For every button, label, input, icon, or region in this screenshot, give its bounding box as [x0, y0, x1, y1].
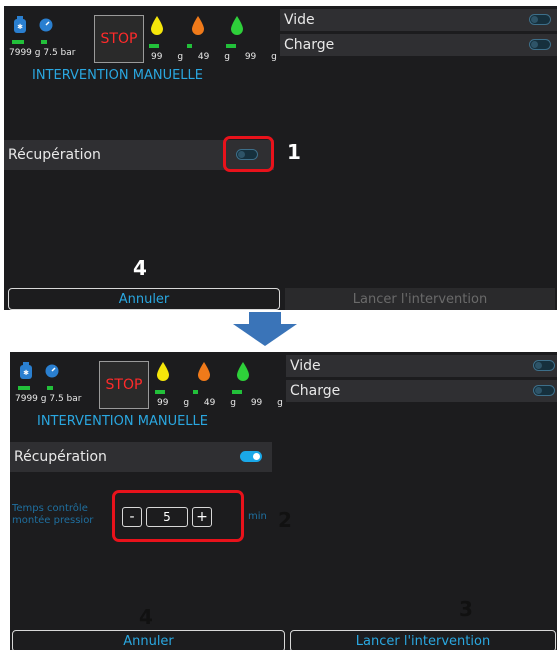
- cylinder-level-bar: [12, 40, 24, 44]
- option-charge-label: Charge: [284, 37, 335, 53]
- charge-toggle[interactable]: [533, 385, 555, 396]
- recuperation-toggle[interactable]: [240, 451, 262, 462]
- stop-button[interactable]: STOP: [99, 361, 149, 409]
- svg-text:✱: ✱: [23, 369, 29, 377]
- option-vide-label: Vide: [290, 358, 321, 374]
- refrigerant-cylinder-icon: ✱: [20, 362, 32, 379]
- callout-3: 3: [459, 597, 473, 621]
- orange-oil-drop-icon: [192, 16, 204, 35]
- pressure-time-unit: min: [248, 511, 267, 522]
- cancel-button[interactable]: Annuler: [12, 630, 285, 650]
- option-charge-label: Charge: [290, 383, 341, 399]
- pressure-value: 7.5 bar: [43, 48, 76, 58]
- orange-fluid-value: 49 g: [203, 398, 236, 408]
- cylinder-weight: 7999 g: [15, 394, 47, 404]
- yellow-fluid-value: 99 g: [157, 398, 190, 408]
- launch-button[interactable]: Lancer l'intervention: [290, 630, 556, 650]
- callout-1: 1: [287, 140, 301, 164]
- option-recuperation[interactable]: Récupération: [10, 442, 272, 472]
- orange-fluid-value: 49 g: [197, 52, 230, 62]
- recuperation-label: Récupération: [8, 147, 101, 163]
- pressure-control-label-line1: Temps contrôle: [12, 503, 88, 514]
- yellow-level-bar: [149, 44, 159, 48]
- callout-4-top: 4: [133, 256, 147, 280]
- screen-after: ✱ 7999 g 7.5 bar STOP 99 g 49 g 99 g INT…: [10, 352, 557, 650]
- charge-toggle[interactable]: [529, 39, 551, 50]
- fluid-values: 99 g 49 g 99 g: [157, 398, 283, 408]
- cylinder-weight: 7999 g: [9, 48, 41, 58]
- page-title: INTERVENTION MANUELLE: [37, 414, 208, 429]
- option-charge[interactable]: Charge: [280, 34, 557, 56]
- stop-button[interactable]: STOP: [94, 15, 144, 63]
- pressure-gauge: [42, 362, 61, 392]
- pressure-control-label: Temps contrôle montée pressior: [12, 503, 93, 527]
- svg-text:✱: ✱: [17, 23, 23, 31]
- green-oil-drop-icon: [237, 362, 249, 381]
- green-fluid-value: 99 g: [244, 52, 277, 62]
- green-level-bar: [232, 390, 242, 394]
- pressure-gauge-icon: [45, 364, 59, 378]
- cylinder-level-bar: [18, 386, 30, 390]
- option-charge[interactable]: Charge: [286, 380, 557, 402]
- yellow-oil-drop-icon: [151, 16, 163, 35]
- yellow-oil-drop-icon: [157, 362, 169, 381]
- vide-toggle[interactable]: [533, 360, 555, 371]
- vide-toggle[interactable]: [529, 14, 551, 25]
- pressure-gauge-icon: [39, 18, 53, 32]
- pressure-level-bar: [41, 40, 47, 44]
- option-vide-label: Vide: [284, 12, 315, 28]
- pressure-level-bar: [47, 386, 53, 390]
- green-level-bar: [226, 44, 236, 48]
- callout-4-bottom: 4: [139, 605, 153, 629]
- page-title: INTERVENTION MANUELLE: [32, 68, 203, 83]
- cancel-button[interactable]: Annuler: [8, 288, 280, 310]
- launch-button: Lancer l'intervention: [285, 288, 555, 310]
- yellow-fluid-value: 99 g: [151, 52, 184, 62]
- green-oil-drop-icon: [231, 16, 243, 35]
- cylinder-gauge: ✱: [10, 16, 29, 46]
- refrigerant-cylinder-icon: ✱: [14, 16, 26, 33]
- callout-2: 2: [278, 508, 292, 532]
- gauge-values: 7999 g 7.5 bar: [9, 48, 75, 58]
- green-fluid-value: 99 g: [250, 398, 283, 408]
- gauge-values: 7999 g 7.5 bar: [15, 394, 81, 404]
- fluid-values: 99 g 49 g 99 g: [151, 52, 277, 62]
- pressure-control-label-line2: montée pressior: [12, 515, 94, 526]
- option-vide[interactable]: Vide: [280, 9, 557, 31]
- yellow-level-bar: [155, 390, 165, 394]
- highlight-recuperation-toggle: [223, 136, 274, 172]
- recuperation-label: Récupération: [14, 449, 107, 465]
- highlight-pressure-stepper: [112, 490, 244, 542]
- pressure-value: 7.5 bar: [49, 394, 82, 404]
- orange-level-bar: [187, 44, 192, 48]
- pressure-gauge: [36, 16, 55, 46]
- screen-before: ✱ 7999 g 7.5 bar STOP 99 g 49 g 99 g INT…: [4, 6, 557, 310]
- arrow-down-icon: [233, 312, 297, 346]
- option-vide[interactable]: Vide: [286, 355, 557, 377]
- cylinder-gauge: ✱: [16, 362, 35, 392]
- orange-oil-drop-icon: [198, 362, 210, 381]
- orange-level-bar: [193, 390, 198, 394]
